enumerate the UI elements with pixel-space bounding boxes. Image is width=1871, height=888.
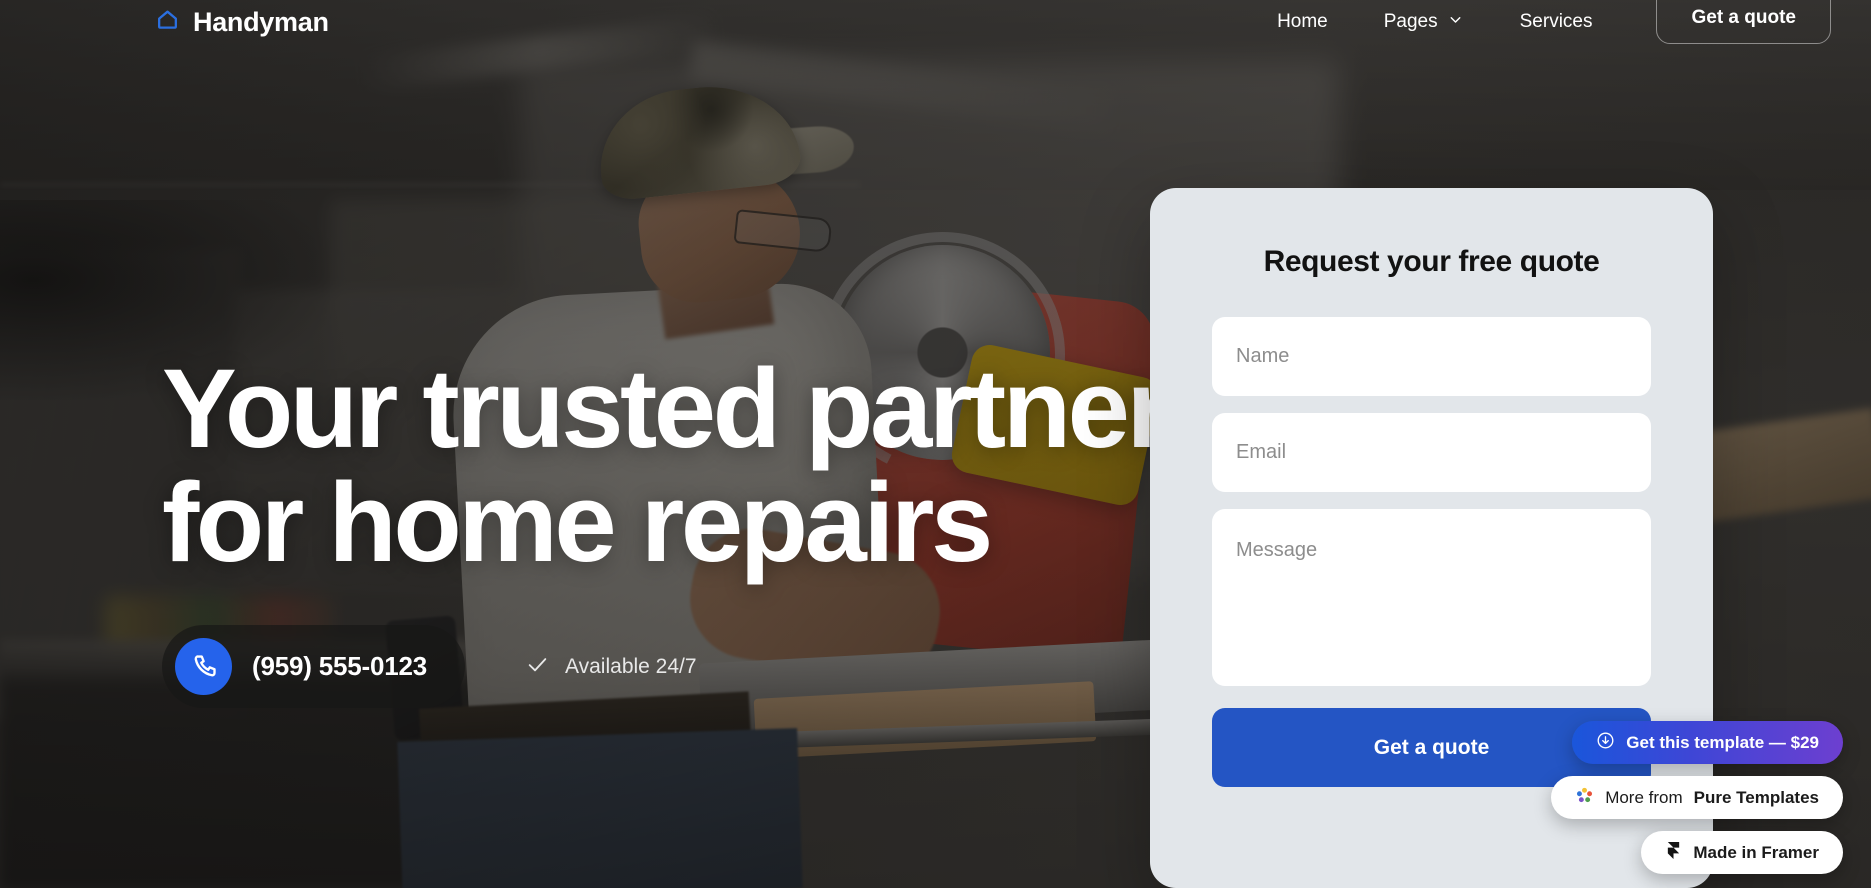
- chevron-down-icon: [1447, 11, 1464, 34]
- more-from-label: More from: [1605, 787, 1683, 807]
- nav-link-services-label: Services: [1519, 11, 1593, 32]
- navbar: Handyman Home Pages Services Get a quote: [0, 0, 1871, 44]
- check-icon: [525, 652, 550, 682]
- message-textarea[interactable]: [1212, 509, 1651, 686]
- quote-form: Get a quote: [1212, 317, 1651, 787]
- framer-icon: [1665, 841, 1682, 864]
- more-from-pure-templates-badge[interactable]: More from Pure Templates: [1551, 776, 1843, 819]
- availability-badge: Available 24/7: [525, 652, 697, 682]
- nav-get-a-quote-button[interactable]: Get a quote: [1656, 0, 1831, 44]
- pure-templates-label: Pure Templates: [1693, 787, 1819, 807]
- brand-logo[interactable]: Handyman: [155, 7, 329, 38]
- name-input[interactable]: [1212, 317, 1651, 396]
- nav-link-pages[interactable]: Pages: [1356, 11, 1492, 34]
- hero-title: Your trusted partner for home repairs: [162, 346, 1170, 586]
- get-this-template-label: Get this template — $29: [1626, 732, 1819, 752]
- nav-link-home-label: Home: [1277, 11, 1328, 32]
- nav-links: Home Pages Services Get a quote: [1249, 0, 1871, 44]
- hero-actions: (959) 555-0123 Available 24/7: [162, 625, 697, 708]
- availability-label: Available 24/7: [565, 654, 697, 678]
- quote-form-title: Request your free quote: [1263, 245, 1600, 278]
- download-circle-icon: [1596, 731, 1615, 755]
- made-in-framer-badge[interactable]: Made in Framer: [1641, 831, 1843, 874]
- hero-copy: Your trusted partner for home repairs: [162, 346, 1170, 586]
- house-outline-icon: [155, 7, 180, 37]
- phone-icon: [175, 638, 232, 695]
- email-input[interactable]: [1212, 413, 1651, 492]
- phone-cta[interactable]: (959) 555-0123: [162, 625, 465, 708]
- floating-badges: Get this template — $29 More from Pure T…: [1551, 721, 1843, 874]
- nav-link-pages-label: Pages: [1383, 11, 1438, 32]
- brand-name: Handyman: [193, 6, 329, 37]
- phone-number: (959) 555-0123: [252, 651, 427, 681]
- nav-link-services[interactable]: Services: [1492, 11, 1621, 33]
- nav-link-home[interactable]: Home: [1249, 11, 1356, 33]
- made-in-framer-label: Made in Framer: [1693, 842, 1819, 862]
- pure-templates-icon: [1575, 786, 1594, 810]
- get-this-template-badge[interactable]: Get this template — $29: [1572, 721, 1843, 764]
- nav-get-a-quote-label: Get a quote: [1691, 7, 1796, 28]
